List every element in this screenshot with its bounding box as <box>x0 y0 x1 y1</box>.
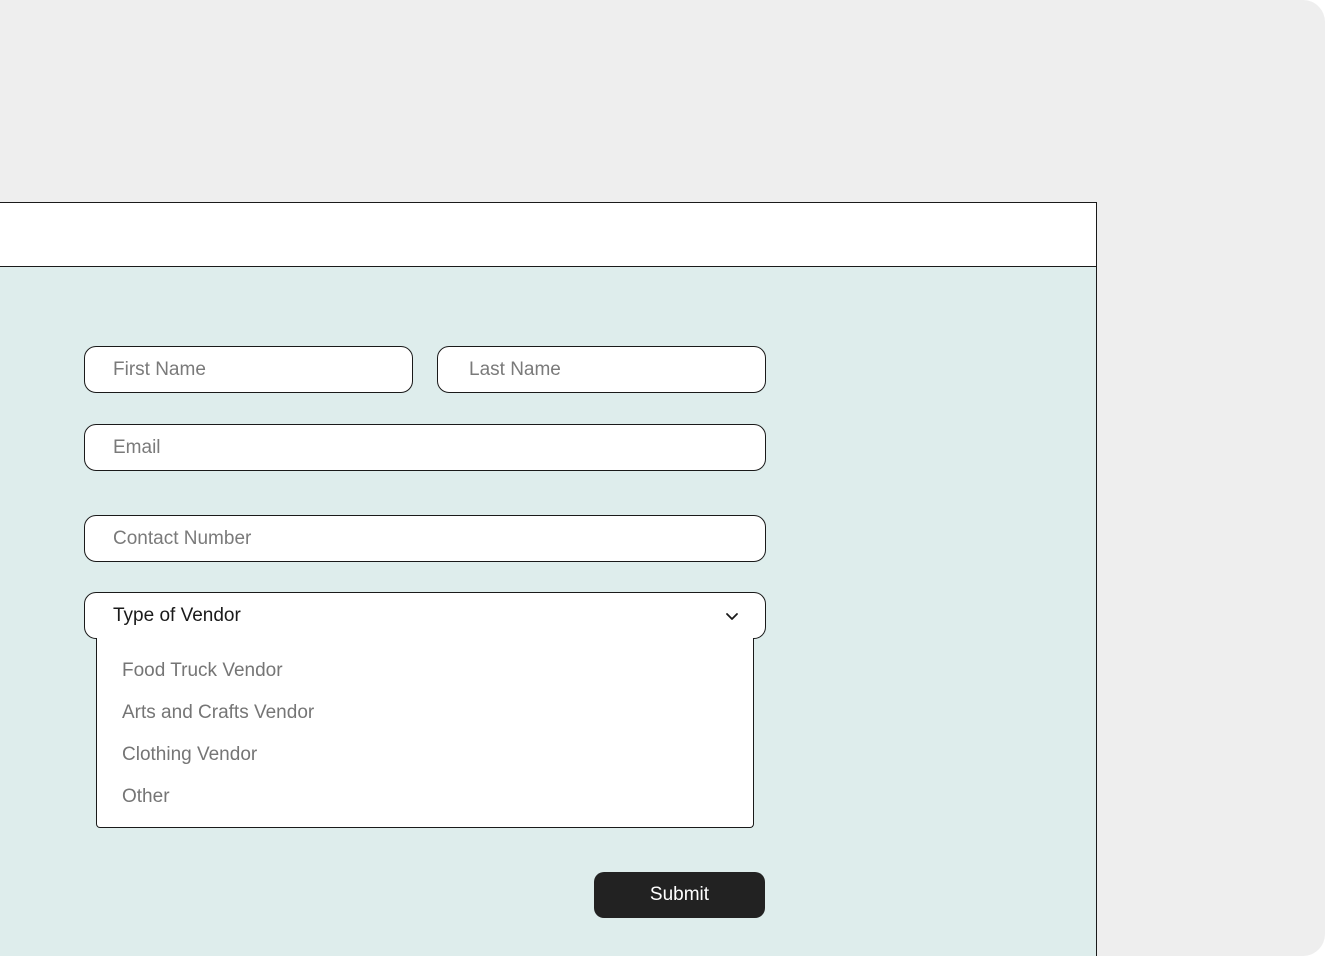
contact-number-field[interactable] <box>84 515 766 562</box>
canvas: Type of Vendor Food Truck Vendor Arts an… <box>0 0 1325 956</box>
submit-button[interactable]: Submit <box>594 872 765 918</box>
chevron-down-icon <box>726 613 738 620</box>
vendor-option-arts-and-crafts[interactable]: Arts and Crafts Vendor <box>97 700 753 742</box>
first-name-field[interactable] <box>84 346 413 393</box>
vendor-option-clothing[interactable]: Clothing Vendor <box>97 742 753 784</box>
browser-window <box>0 202 1097 956</box>
last-name-field[interactable] <box>437 346 766 393</box>
browser-top-bar <box>0 203 1096 267</box>
vendor-option-food-truck[interactable]: Food Truck Vendor <box>97 658 753 700</box>
vendor-option-other[interactable]: Other <box>97 784 753 826</box>
email-field[interactable] <box>84 424 766 471</box>
vendor-type-select-label: Type of Vendor <box>113 604 241 626</box>
vendor-type-select[interactable]: Type of Vendor <box>84 592 766 639</box>
vendor-type-dropdown: Food Truck Vendor Arts and Crafts Vendor… <box>96 638 754 828</box>
